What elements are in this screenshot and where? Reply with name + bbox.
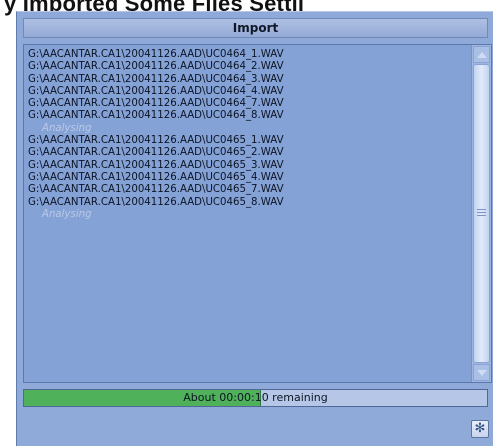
scroll-down-button[interactable] [473, 364, 490, 381]
asterisk-icon: ✻ [474, 421, 486, 436]
file-list-item[interactable]: G:\AACANTAR.CA1\20041126.AAD\UC0464_3.WA… [28, 74, 468, 86]
scroll-up-button[interactable] [473, 46, 490, 63]
file-list-item[interactable]: G:\AACANTAR.CA1\20041126.AAD\UC0465_3.WA… [28, 160, 468, 172]
import-dialog: Import G:\AACANTAR.CA1\20041126.AAD\UC04… [16, 11, 493, 446]
grip-icon [477, 209, 486, 217]
file-list-item[interactable]: G:\AACANTAR.CA1\20041126.AAD\UC0465_4.WA… [28, 172, 468, 184]
analysing-status: Analysing [42, 122, 92, 134]
file-list-item[interactable]: G:\AACANTAR.CA1\20041126.AAD\UC0464_4.WA… [28, 86, 468, 98]
file-list-item[interactable]: G:\AACANTAR.CA1\20041126.AAD\UC0464_2.WA… [28, 61, 468, 73]
progress-label: About 00:00:10 remaining [183, 391, 328, 404]
file-list: G:\AACANTAR.CA1\20041126.AAD\UC0464_1.WA… [28, 49, 468, 221]
file-list-panel: G:\AACANTAR.CA1\20041126.AAD\UC0464_1.WA… [23, 44, 492, 383]
settings-button[interactable]: ✻ [471, 420, 489, 438]
page: y Imported Some Files Settii Import G:\A… [0, 0, 493, 446]
file-list-item[interactable]: G:\AACANTAR.CA1\20041126.AAD\UC0465_1.WA… [28, 135, 468, 147]
dialog-title: Import [23, 18, 488, 38]
progress-bar: About 00:00:10 remaining [23, 389, 488, 407]
analysing-status: Analysing [42, 208, 92, 220]
file-list-item[interactable]: G:\AACANTAR.CA1\20041126.AAD\UC0465_2.WA… [28, 147, 468, 159]
file-list-item[interactable]: G:\AACANTAR.CA1\20041126.AAD\UC0465_8.WA… [28, 197, 468, 209]
vertical-scrollbar[interactable] [471, 45, 491, 382]
file-list-item[interactable]: G:\AACANTAR.CA1\20041126.AAD\UC0465_7.WA… [28, 184, 468, 196]
file-list-item[interactable]: G:\AACANTAR.CA1\20041126.AAD\UC0464_8.WA… [28, 110, 468, 122]
scroll-thumb[interactable] [473, 64, 490, 363]
file-list-item[interactable]: G:\AACANTAR.CA1\20041126.AAD\UC0464_1.WA… [28, 49, 468, 61]
file-list-item[interactable]: G:\AACANTAR.CA1\20041126.AAD\UC0464_7.WA… [28, 98, 468, 110]
